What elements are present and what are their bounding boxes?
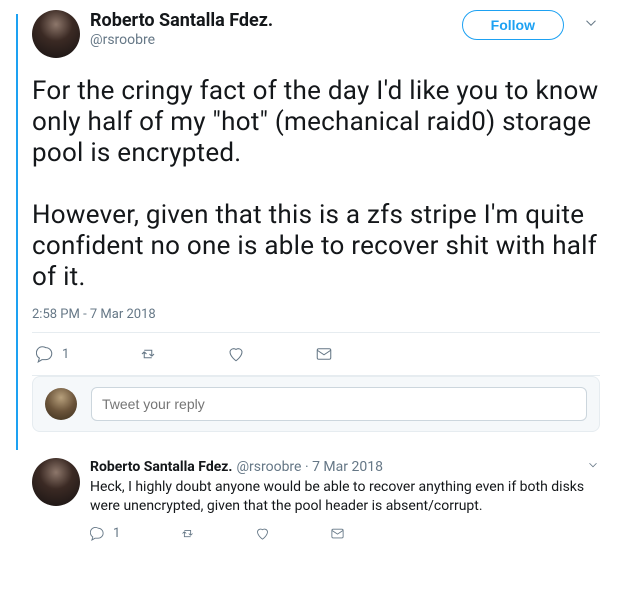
reply-button[interactable]: 1 bbox=[36, 345, 69, 363]
envelope-icon bbox=[330, 526, 345, 541]
reply-reply-button[interactable]: 1 bbox=[90, 526, 120, 541]
reply-tweet[interactable]: Roberto Santalla Fdez. @rsroobre · 7 Mar… bbox=[10, 450, 620, 545]
reply-like-button[interactable] bbox=[255, 526, 270, 541]
retweet-icon bbox=[139, 345, 157, 363]
chevron-down-icon bbox=[586, 458, 600, 472]
like-button[interactable] bbox=[227, 345, 245, 363]
heart-icon bbox=[227, 345, 245, 363]
reply-avatar[interactable] bbox=[32, 458, 80, 506]
reply-icon bbox=[36, 345, 54, 363]
reply-dm-button[interactable] bbox=[330, 526, 345, 541]
tweet-actions: 1 bbox=[32, 333, 600, 375]
reply-retweet-button[interactable] bbox=[180, 526, 195, 541]
reply-author-handle[interactable]: @rsroobre · 7 Mar 2018 bbox=[236, 459, 383, 475]
reply-author-name[interactable]: Roberto Santalla Fdez. bbox=[90, 459, 232, 475]
avatar[interactable] bbox=[32, 10, 80, 58]
reply-more-menu[interactable] bbox=[576, 458, 600, 476]
reply-input[interactable] bbox=[91, 387, 587, 421]
self-avatar[interactable] bbox=[45, 388, 77, 420]
author-name[interactable]: Roberto Santalla Fdez. bbox=[90, 10, 462, 32]
retweet-button[interactable] bbox=[139, 345, 157, 363]
dm-button[interactable] bbox=[315, 345, 333, 363]
reply-text: Heck, I highly doubt anyone would be abl… bbox=[90, 478, 600, 516]
reply-actions: 1 bbox=[90, 522, 600, 545]
heart-icon bbox=[255, 526, 270, 541]
more-menu-button[interactable] bbox=[582, 14, 600, 36]
reply-reply-count: 1 bbox=[113, 526, 120, 541]
reply-count: 1 bbox=[62, 347, 69, 362]
author-handle[interactable]: @rsroobre bbox=[90, 32, 462, 48]
envelope-icon bbox=[315, 345, 333, 363]
chevron-down-icon bbox=[582, 14, 600, 32]
reply-icon bbox=[90, 526, 105, 541]
follow-button[interactable]: Follow bbox=[462, 10, 564, 40]
retweet-icon bbox=[180, 526, 195, 541]
reply-composer bbox=[32, 376, 600, 432]
tweet-text: For the cringy fact of the day I'd like … bbox=[32, 76, 600, 293]
timestamp[interactable]: 2:58 PM - 7 Mar 2018 bbox=[32, 307, 600, 322]
main-tweet: Roberto Santalla Fdez. @rsroobre Follow … bbox=[10, 10, 620, 450]
